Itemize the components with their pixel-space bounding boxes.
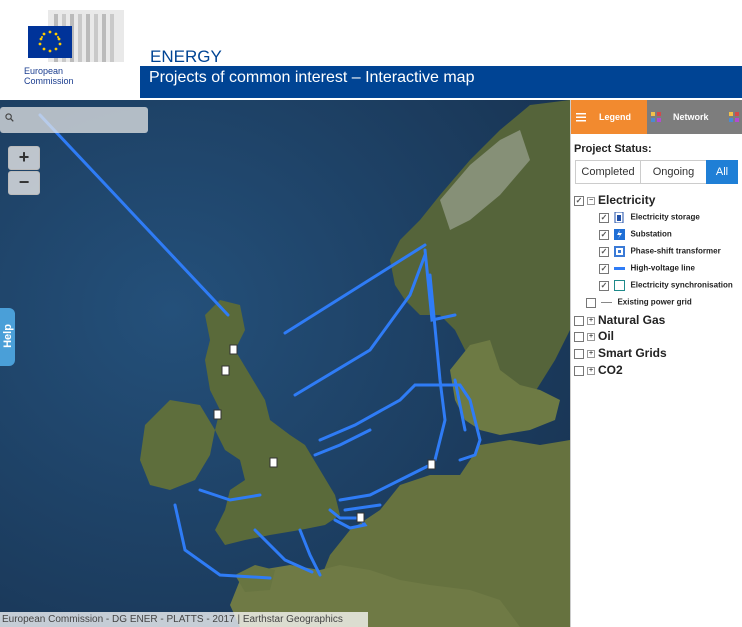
- checkbox-synchronisation[interactable]: ✓: [599, 280, 609, 291]
- layer-phase-shift-label: Phase-shift transformer: [630, 246, 721, 256]
- status-completed-button[interactable]: Completed: [575, 160, 641, 184]
- tab-network[interactable]: Network: [647, 100, 727, 134]
- status-all-button[interactable]: All: [706, 160, 738, 184]
- map-view[interactable]: + − Help European Commission - DG ENER -…: [0, 100, 570, 627]
- title-bar: Projects of common interest – Interactiv…: [140, 66, 742, 98]
- layer-synchronisation-label: Electricity synchronisation: [630, 280, 733, 290]
- checkbox-co2[interactable]: [574, 365, 584, 376]
- layer-co2-label: CO2: [598, 363, 623, 377]
- collapse-icon[interactable]: −: [587, 196, 595, 205]
- layer-oil-label: Oil: [598, 329, 615, 343]
- search-input[interactable]: [0, 107, 148, 133]
- map-attribution: European Commission - DG ENER - PLATTS -…: [0, 612, 368, 627]
- checkbox-oil[interactable]: [574, 331, 584, 342]
- line-icon: [614, 267, 626, 270]
- layer-phase-shift[interactable]: ✓ Phase-shift transformer: [599, 246, 721, 257]
- expand-icon[interactable]: +: [587, 332, 595, 341]
- network-icon: [651, 112, 661, 122]
- project-status-label: Project Status:: [574, 143, 652, 155]
- site-name: ENERGY: [150, 47, 222, 66]
- substation-icon: [614, 229, 626, 240]
- layer-high-voltage-label: High-voltage line: [630, 263, 695, 273]
- layer-electricity[interactable]: ✓ − Electricity: [574, 193, 655, 207]
- map-canvas[interactable]: [0, 100, 570, 627]
- storage-icon: [614, 212, 624, 223]
- tab-network-label: Network: [673, 112, 709, 122]
- legend-icon: [576, 113, 586, 122]
- layer-storage-label: Electricity storage: [630, 212, 700, 222]
- expand-icon[interactable]: +: [587, 316, 595, 325]
- layer-synchronisation[interactable]: ✓ Electricity synchronisation: [599, 280, 733, 291]
- tab-legend-label: Legend: [599, 112, 632, 122]
- legend-panel: Legend Network Project Status: Completed…: [570, 100, 742, 627]
- checkbox-electricity[interactable]: ✓: [574, 195, 584, 206]
- layer-high-voltage-line[interactable]: ✓ High-voltage line: [599, 263, 695, 274]
- layer-electricity-label: Electricity: [598, 193, 656, 207]
- layer-co2[interactable]: + CO2: [574, 363, 623, 377]
- extra-tab-icon[interactable]: [729, 112, 739, 122]
- layer-existing-grid-label: Existing power grid: [617, 297, 692, 307]
- grid-line-icon: [601, 302, 613, 303]
- zoom-out-button[interactable]: −: [8, 171, 40, 195]
- sync-icon: [614, 280, 626, 291]
- project-status-selector: Completed Ongoing All: [575, 160, 740, 184]
- checkbox-high-voltage[interactable]: ✓: [599, 263, 609, 274]
- expand-icon[interactable]: +: [587, 349, 595, 358]
- expand-icon[interactable]: +: [587, 366, 595, 375]
- checkbox-existing-grid[interactable]: [586, 297, 596, 308]
- org-logo-text: European Commission: [24, 66, 74, 86]
- phase-shift-icon: [614, 246, 626, 257]
- layer-substation[interactable]: ✓ Substation: [599, 229, 672, 240]
- layer-natural-gas[interactable]: + Natural Gas: [574, 313, 665, 327]
- status-ongoing-button[interactable]: Ongoing: [640, 160, 707, 184]
- search-icon: [5, 113, 14, 122]
- layer-electricity-storage[interactable]: ✓ Electricity storage: [599, 212, 700, 223]
- help-label: Help: [2, 324, 14, 348]
- layer-existing-grid[interactable]: Existing power grid: [586, 297, 692, 308]
- layer-smart-grids-label: Smart Grids: [598, 346, 667, 360]
- help-tab[interactable]: Help: [0, 308, 15, 366]
- checkbox-phase-shift[interactable]: ✓: [599, 246, 609, 257]
- checkbox-smart-grids[interactable]: [574, 348, 584, 359]
- checkbox-substation[interactable]: ✓: [599, 229, 609, 240]
- page-title: Projects of common interest – Interactiv…: [149, 69, 475, 86]
- tab-legend[interactable]: Legend: [571, 100, 647, 134]
- layer-oil[interactable]: + Oil: [574, 329, 614, 343]
- panel-tabs: Legend Network: [571, 100, 742, 134]
- zoom-in-button[interactable]: +: [8, 146, 40, 170]
- header: European Commission ENERGY Projects of c…: [0, 0, 742, 100]
- layer-substation-label: Substation: [630, 229, 672, 239]
- layer-natural-gas-label: Natural Gas: [598, 313, 666, 327]
- checkbox-natural-gas[interactable]: [574, 315, 584, 326]
- layer-smart-grids[interactable]: + Smart Grids: [574, 346, 667, 360]
- checkbox-storage[interactable]: ✓: [599, 212, 609, 223]
